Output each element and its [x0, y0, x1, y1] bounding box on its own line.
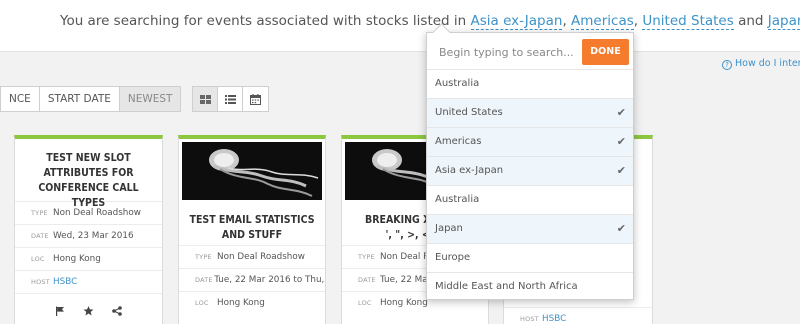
- jellyfish-image-graphic: [182, 142, 322, 200]
- sort-newest-button[interactable]: NEWEST: [119, 87, 181, 111]
- location-label: LOC: [358, 299, 372, 307]
- host-label: HOST: [31, 278, 50, 286]
- event-card[interactable]: TEST NEW SLOT ATTRIBUTES FOR CONFERENCE …: [14, 135, 163, 324]
- event-host-link[interactable]: HSBC: [53, 277, 77, 287]
- region-option-americas[interactable]: Americas ✔: [427, 127, 633, 156]
- region-americas-link[interactable]: Americas: [571, 13, 634, 30]
- type-label: TYPE: [31, 209, 48, 217]
- search-summary: You are searching for events associated …: [60, 13, 800, 30]
- date-label: DATE: [358, 276, 376, 284]
- view-toggle-group: [192, 86, 269, 112]
- region-option-australia[interactable]: Australia: [427, 185, 633, 214]
- region-option-label: Australia: [435, 194, 480, 205]
- region-list: Australia United States ✔ Americas ✔ Asia …: [427, 69, 633, 301]
- region-option-label: Americas: [435, 136, 482, 147]
- sort-button-group: NCE START DATE NEWEST: [0, 86, 182, 112]
- event-location-row: LOC Hong Kong: [179, 291, 325, 314]
- separator: ,: [633, 13, 639, 29]
- region-option-label: United States: [435, 107, 503, 118]
- event-date-row: DATE Wed, 23 Mar 2016: [15, 224, 162, 247]
- region-option-label: Middle East and North Africa: [435, 281, 578, 292]
- event-type-value: Non Deal Roadshow: [217, 252, 305, 262]
- region-option-label: Asia ex-Japan: [435, 165, 504, 176]
- dropdown-search: DONE: [431, 39, 631, 65]
- region-option-europe[interactable]: Europe: [427, 243, 633, 272]
- check-icon: ✔: [616, 164, 626, 177]
- conjunction: and: [738, 13, 764, 29]
- region-option-united-states[interactable]: United States ✔: [427, 98, 633, 127]
- event-host-link[interactable]: HSBC: [542, 314, 566, 324]
- region-option-label: Japan: [435, 223, 463, 234]
- share-icon[interactable]: [112, 306, 122, 316]
- calendar-view-button[interactable]: [243, 87, 268, 111]
- grid-view-icon: [199, 94, 211, 104]
- event-date-value: Tue, 22 Mar 2016 to Thu, 2...: [214, 275, 325, 285]
- event-card-title[interactable]: TEST NEW SLOT ATTRIBUTES FOR CONFERENCE …: [15, 139, 162, 209]
- check-icon: ✔: [616, 106, 626, 119]
- help-link-label: How do I intera: [735, 58, 800, 69]
- event-location-value: Hong Kong: [53, 254, 101, 264]
- sort-relevance-button[interactable]: NCE: [1, 87, 40, 111]
- card-actions: [15, 293, 162, 316]
- event-type-value: Non Deal Roadshow: [53, 208, 141, 218]
- event-date-value: Wed, 23 Mar 2016: [53, 231, 134, 241]
- grid-view-button[interactable]: [193, 87, 218, 111]
- done-button[interactable]: DONE: [582, 39, 629, 65]
- region-japan-link[interactable]: Japan: [767, 13, 800, 30]
- calendar-view-icon: [250, 93, 261, 105]
- date-label: DATE: [31, 232, 49, 240]
- type-label: TYPE: [195, 253, 212, 261]
- flag-icon[interactable]: [55, 306, 65, 316]
- list-view-icon: [224, 94, 236, 104]
- event-location-row: LOC Hong Kong: [15, 247, 162, 270]
- type-label: TYPE: [358, 253, 375, 261]
- region-search-input[interactable]: [431, 39, 579, 65]
- region-option-label: Europe: [435, 252, 471, 263]
- host-label: HOST: [520, 315, 539, 323]
- list-view-button[interactable]: [218, 87, 243, 111]
- sort-start-date-button[interactable]: START DATE: [40, 87, 120, 111]
- event-host-row: HOST HSBC: [504, 307, 652, 324]
- help-link[interactable]: ?How do I intera: [722, 58, 800, 70]
- region-option-australia[interactable]: Australia: [427, 69, 633, 98]
- event-card[interactable]: TEST EMAIL STATISTICS AND STUFF TYPE Non …: [178, 135, 326, 324]
- event-location-value: Hong Kong: [380, 298, 428, 308]
- check-icon: ✔: [616, 222, 626, 235]
- region-dropdown: DONE Australia United States ✔ Americas ✔ …: [426, 32, 634, 300]
- search-summary-prefix: You are searching for events associated …: [60, 13, 467, 29]
- star-icon[interactable]: [83, 306, 94, 316]
- location-label: LOC: [31, 255, 45, 263]
- event-card-title[interactable]: TEST EMAIL STATISTICS AND STUFF: [179, 203, 325, 245]
- jellyfish-image: [182, 142, 322, 200]
- separator: ,: [562, 13, 567, 29]
- event-date-row: DATETue, 22 Mar 2016 to Thu, 2...: [179, 268, 325, 291]
- region-asia-ex-japan-link[interactable]: Asia ex-Japan: [470, 13, 563, 30]
- region-option-label: Australia: [435, 78, 480, 89]
- region-option-japan[interactable]: Japan ✔: [427, 214, 633, 243]
- check-icon: ✔: [616, 135, 626, 148]
- event-host-row: HOST HSBC: [15, 270, 162, 293]
- top-bar: You are searching for events associated …: [0, 0, 800, 52]
- help-icon: ?: [722, 60, 732, 70]
- region-option-middle-east-and-north-africa[interactable]: Middle East and North Africa: [427, 272, 633, 301]
- region-option-asia-ex-japan[interactable]: Asia ex-Japan ✔: [427, 156, 633, 185]
- event-type-row: TYPE Non Deal Roadshow: [179, 245, 325, 268]
- date-label: DATE: [195, 276, 213, 284]
- location-label: LOC: [195, 299, 209, 307]
- region-united-states-link[interactable]: United States: [642, 13, 734, 30]
- event-location-value: Hong Kong: [217, 298, 265, 308]
